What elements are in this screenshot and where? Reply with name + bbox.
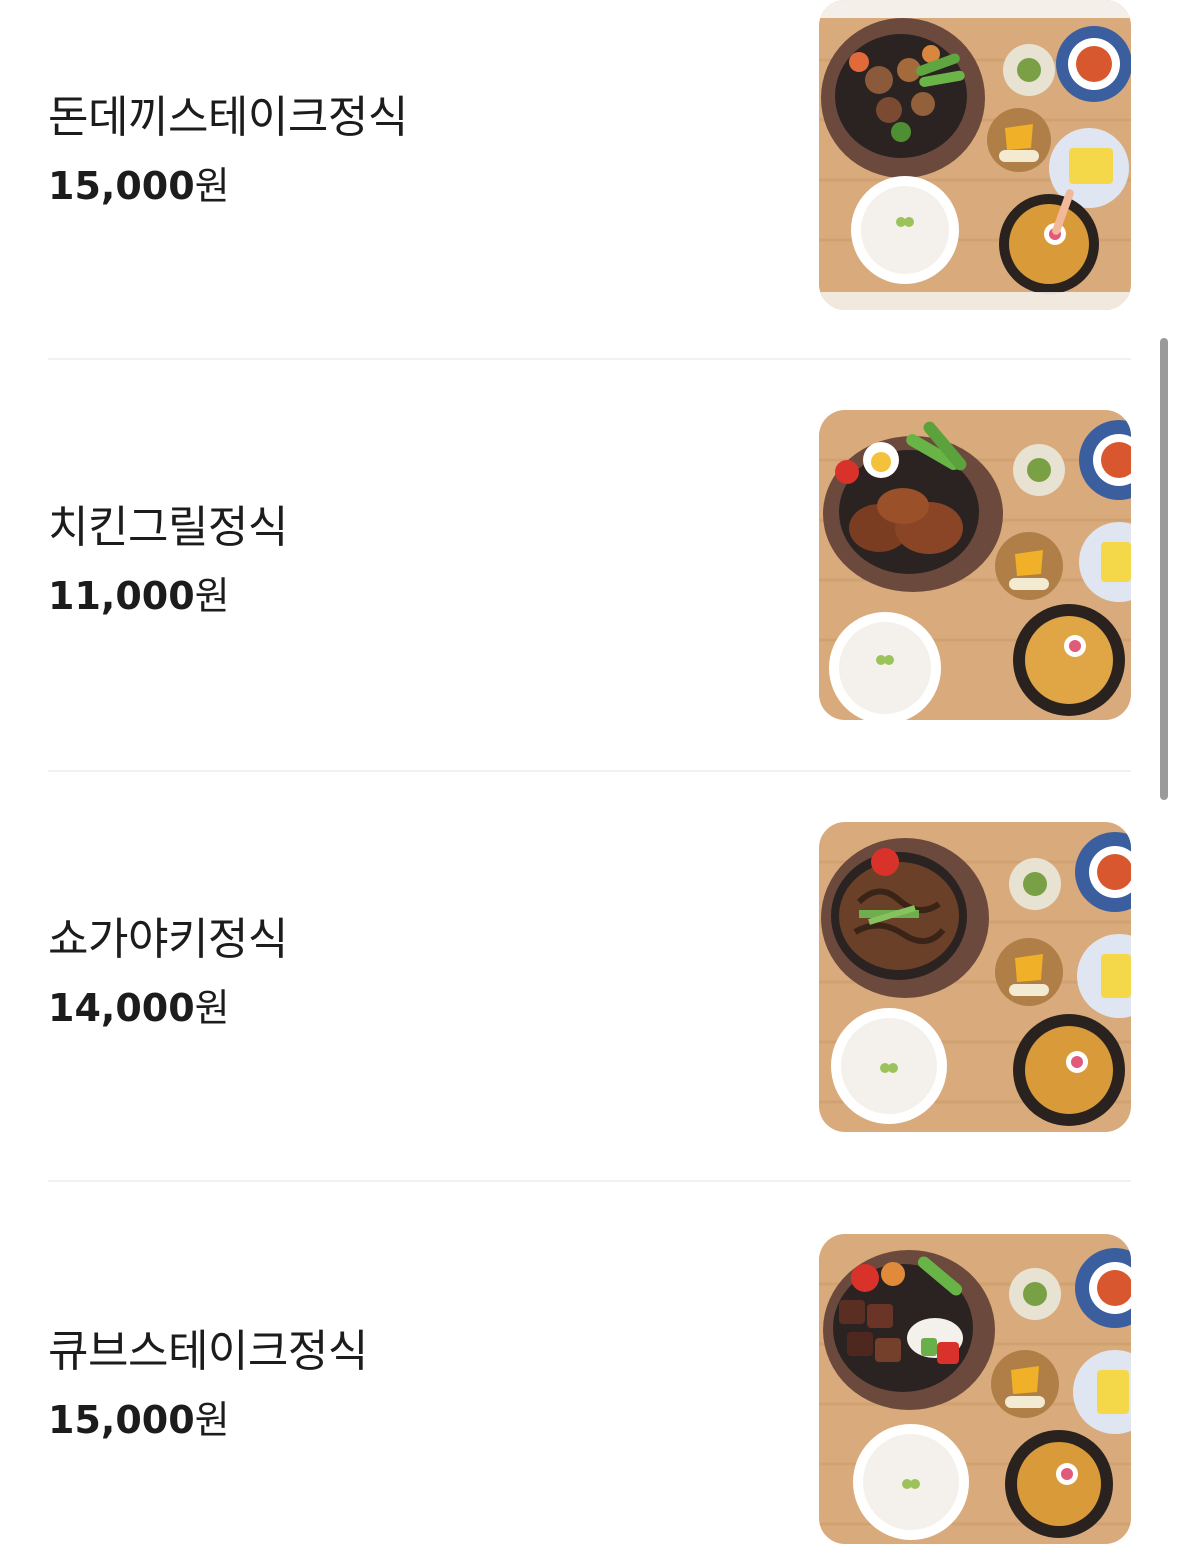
price-number: 15,000 <box>48 164 195 208</box>
menu-item-text: 쇼가야키정식 14,000원 <box>48 912 288 1032</box>
menu-divider <box>48 358 1131 360</box>
menu-item-name: 쇼가야키정식 <box>48 914 288 965</box>
food-photo-icon[interactable] <box>819 0 1131 310</box>
menu-item-1[interactable]: 돈데끼스테이크정식 15,000원 <box>48 0 1131 330</box>
menu-item-text: 큐브스테이크정식 15,000원 <box>48 1324 368 1444</box>
menu-divider <box>48 1180 1131 1182</box>
food-photo-illustration <box>819 410 1131 720</box>
menu-item-4[interactable]: 큐브스테이크정식 15,000원 <box>48 1234 1131 1544</box>
food-photo-illustration <box>819 1234 1131 1544</box>
food-photo-icon[interactable] <box>819 410 1131 720</box>
menu-item-2[interactable]: 치킨그릴정식 11,000원 <box>48 410 1131 740</box>
price-unit: 원 <box>194 164 230 208</box>
price-number: 11,000 <box>48 574 195 618</box>
price-number: 15,000 <box>48 1398 195 1442</box>
menu-item-price: 14,000원 <box>48 984 288 1032</box>
menu-item-price: 15,000원 <box>48 1396 368 1444</box>
menu-item-price: 11,000원 <box>48 572 288 620</box>
price-unit: 원 <box>194 1398 230 1442</box>
food-photo-illustration <box>819 0 1131 310</box>
menu-item-text: 돈데끼스테이크정식 15,000원 <box>48 90 408 210</box>
food-photo-illustration <box>819 822 1131 1132</box>
price-unit: 원 <box>194 986 230 1030</box>
menu-item-text: 치킨그릴정식 11,000원 <box>48 500 288 620</box>
scrollbar[interactable] <box>1160 338 1168 800</box>
menu-item-3[interactable]: 쇼가야키정식 14,000원 <box>48 822 1131 1152</box>
menu-item-name: 큐브스테이크정식 <box>48 1326 368 1377</box>
price-unit: 원 <box>194 574 230 618</box>
food-photo-icon[interactable] <box>819 1234 1131 1544</box>
price-number: 14,000 <box>48 986 195 1030</box>
menu-item-name: 돈데끼스테이크정식 <box>48 92 408 143</box>
menu-divider <box>48 770 1131 772</box>
menu-item-name: 치킨그릴정식 <box>48 502 288 553</box>
food-photo-icon[interactable] <box>819 822 1131 1132</box>
menu-item-price: 15,000원 <box>48 162 408 210</box>
